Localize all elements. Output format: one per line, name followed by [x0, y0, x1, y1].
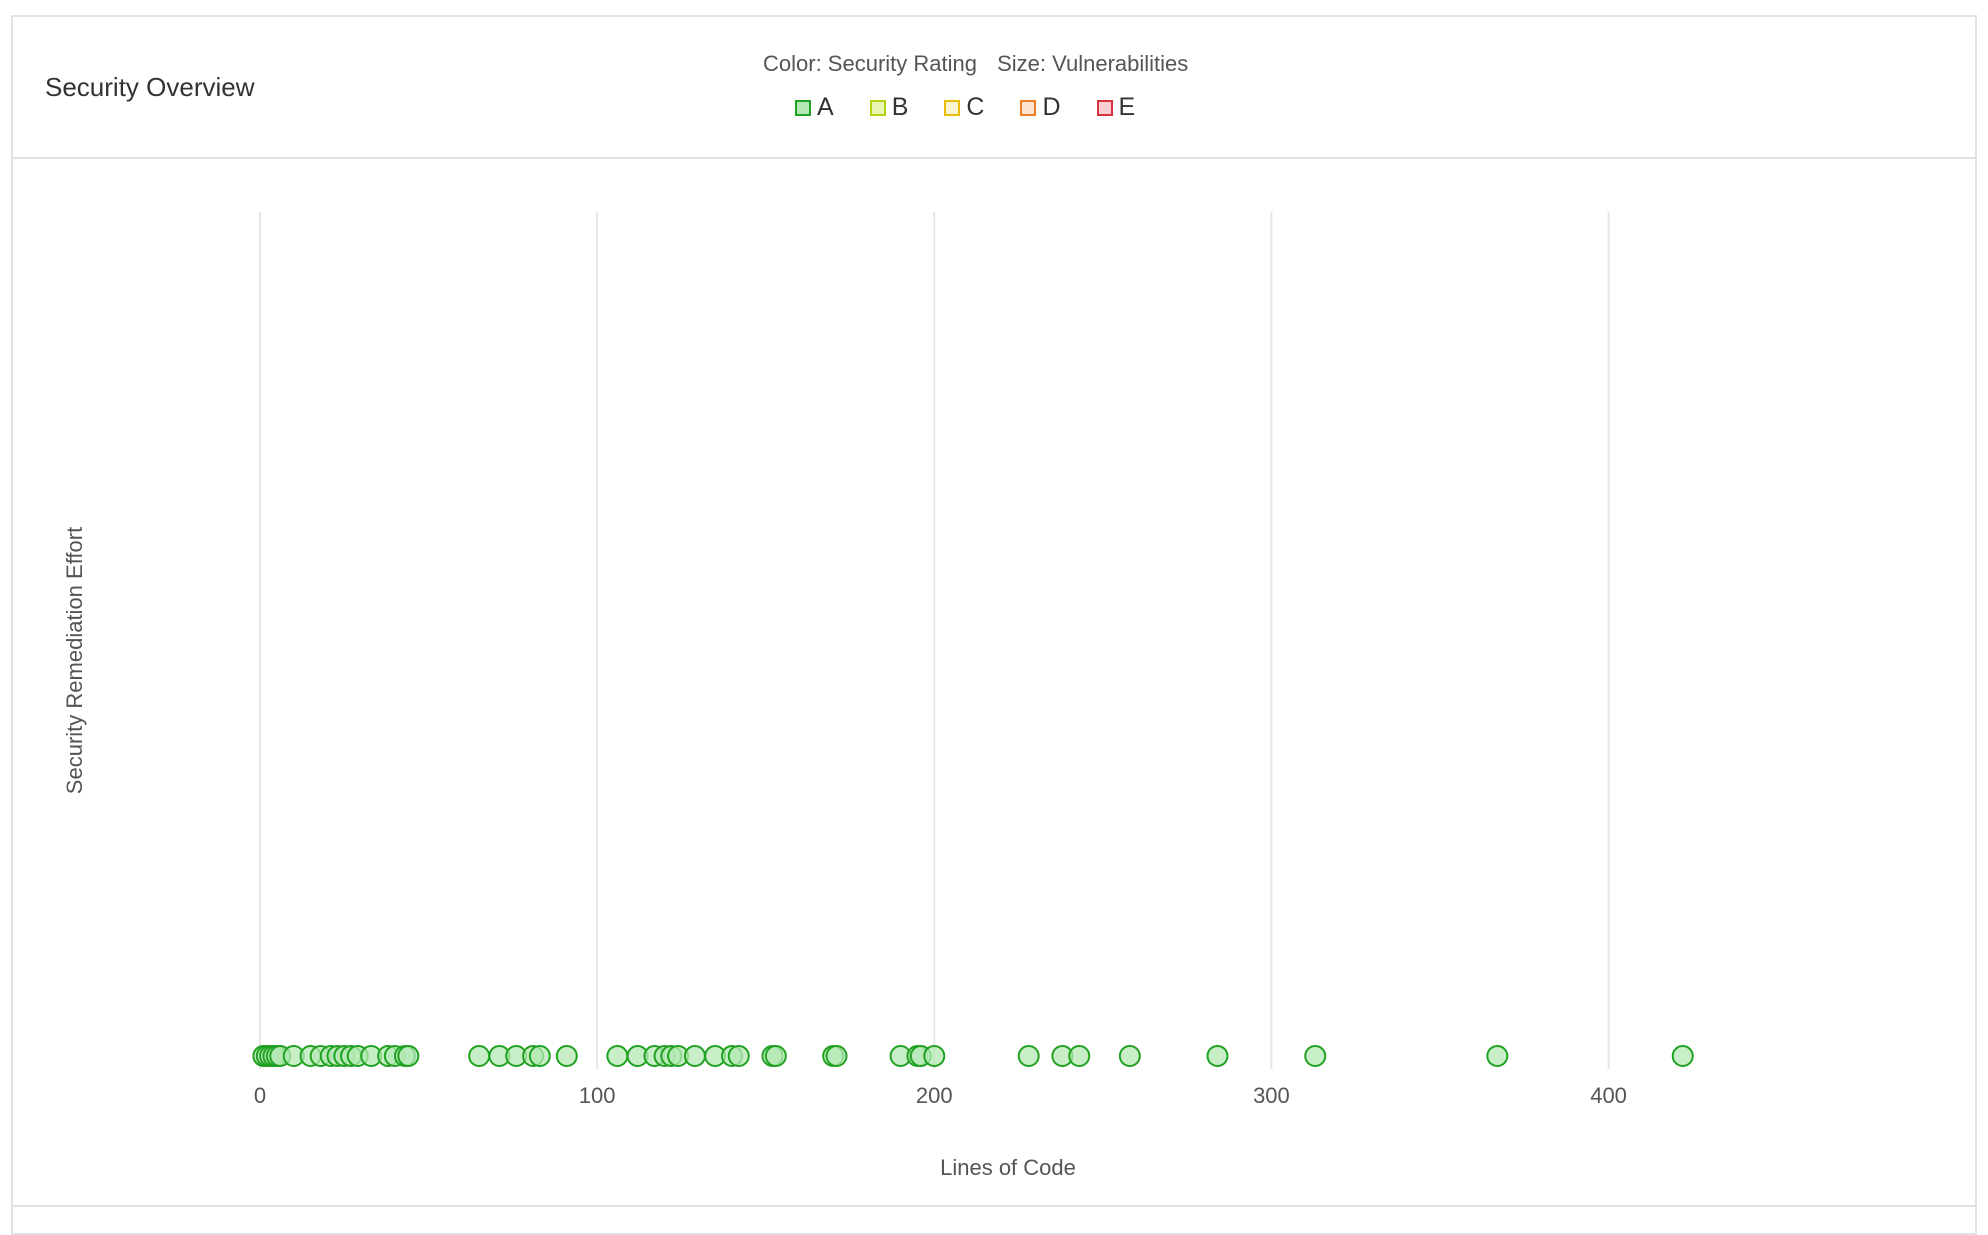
legend-swatch-a [795, 99, 811, 116]
bubble-layer [252, 1045, 1694, 1067]
bubble-point[interactable] [825, 1045, 848, 1067]
legend-item-c[interactable]: C [944, 93, 984, 122]
panel-title: Security Overview [45, 72, 255, 102]
bubble-point[interactable] [764, 1045, 787, 1067]
legend-items: A B C D E [795, 93, 1263, 122]
bubble-point[interactable] [1068, 1045, 1091, 1067]
color-caption: Color: Security Rating [763, 51, 977, 76]
x-tick-label: 200 [916, 1083, 953, 1108]
x-tick-label: 100 [579, 1083, 616, 1108]
legend-label-c: C [966, 93, 985, 121]
legend-swatch-c [944, 99, 961, 116]
grid-layer [259, 212, 1610, 1069]
bubble-point[interactable] [923, 1045, 946, 1067]
legend-label-e: E [1118, 93, 1136, 121]
legend-item-a[interactable]: A [795, 93, 834, 122]
x-tick-label: 300 [1253, 1083, 1290, 1108]
bubble-point[interactable] [397, 1045, 420, 1067]
security-overview-panel: Security Overview Color: Security Rating… [11, 15, 1977, 1235]
chart-legend: Color: Security Rating Size: Vulnerabili… [763, 51, 1263, 122]
legend-swatch-b [869, 99, 886, 116]
bubble-point[interactable] [555, 1045, 578, 1067]
bubble-point[interactable] [727, 1045, 750, 1067]
size-caption: Size: Vulnerabilities [997, 51, 1189, 76]
legend-item-e[interactable]: E [1096, 93, 1136, 122]
bubble-point[interactable] [1017, 1045, 1040, 1067]
legend-label-a: A [817, 93, 834, 121]
bubble-point[interactable] [606, 1045, 629, 1067]
x-axis-label: Lines of Code [940, 1155, 1076, 1180]
bubble-chart: 0 100 200 300 400 Lines of Code Security Rem… [62, 212, 1694, 1180]
legend-label-b: B [891, 93, 909, 121]
bubble-point[interactable] [468, 1045, 491, 1067]
legend-swatch-d [1020, 99, 1037, 116]
x-tick-labels: 0 100 200 300 400 [254, 1083, 1627, 1108]
bubble-point[interactable] [528, 1045, 551, 1067]
legend-item-b[interactable]: B [869, 93, 909, 122]
legend-label-d: D [1042, 93, 1061, 121]
legend-captions: Color: Security Rating Size: Vulnerabili… [763, 51, 1263, 77]
bubble-point[interactable] [1206, 1045, 1229, 1067]
bubble-point[interactable] [1304, 1045, 1327, 1067]
bubble-point[interactable] [683, 1045, 706, 1067]
legend-swatch-e [1096, 99, 1113, 116]
x-tick-label: 0 [254, 1083, 266, 1108]
bubble-point[interactable] [1671, 1045, 1694, 1067]
panel-header: Security Overview Color: Security Rating… [13, 17, 1975, 159]
bubble-point[interactable] [1118, 1045, 1141, 1067]
bubble-chart-area: 0 100 200 300 400 Lines of Code Security Rem… [13, 159, 1979, 1209]
bottom-divider [13, 1205, 1975, 1207]
x-tick-label: 400 [1590, 1083, 1627, 1108]
legend-item-d[interactable]: D [1020, 93, 1061, 122]
y-axis-label: Security Remediation Effort [62, 527, 87, 794]
bubble-point[interactable] [1486, 1045, 1509, 1067]
